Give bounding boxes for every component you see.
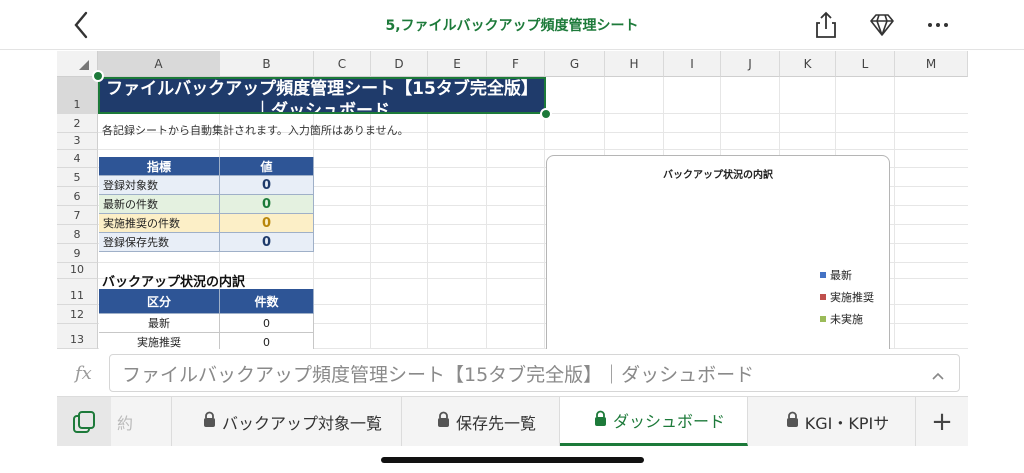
formula-bar: fx ファイルバックアップ頻度管理シート【15タブ完全版】｜ダッシュボード: [57, 351, 968, 395]
sheets-icon[interactable]: [57, 397, 111, 446]
more-icon[interactable]: [923, 10, 953, 40]
kpi-value[interactable]: 0: [220, 214, 314, 233]
sheet-tab-label: KGI・KPIサ: [804, 413, 890, 433]
kpi-header-label[interactable]: 指標: [99, 157, 220, 176]
lock-icon: [594, 410, 607, 431]
add-sheet-button[interactable]: +: [916, 397, 968, 446]
pie-chart[interactable]: バックアップ状況の内訳 最新実施推奨未実施: [546, 155, 890, 349]
row-header[interactable]: 8: [57, 225, 98, 244]
sheet-tab-bar: 約 バックアップ対象一覧 保存先一覧 ダッシュボード KGI・KPIサ +: [57, 396, 968, 446]
legend-label: 未実施: [830, 313, 863, 326]
legend-label: 最新: [830, 269, 852, 282]
row-header[interactable]: 12: [57, 305, 98, 324]
fx-icon: fx: [75, 363, 92, 384]
column-header[interactable]: B: [220, 51, 314, 77]
legend-label: 実施推奨: [830, 291, 874, 304]
chevron-up-icon[interactable]: [931, 366, 945, 388]
row-header[interactable]: 1: [57, 77, 98, 114]
kpi-label[interactable]: 登録保存先数: [99, 233, 220, 252]
column-gridline: [370, 77, 371, 349]
kpi-value[interactable]: 0: [220, 195, 314, 214]
row-header[interactable]: 2: [57, 114, 98, 133]
top-bar: 5,ファイルバックアップ頻度管理シート: [0, 0, 1024, 50]
kpi-header-value[interactable]: 値: [220, 157, 314, 176]
breakdown-label[interactable]: 最新: [99, 314, 220, 333]
column-header[interactable]: M: [895, 51, 968, 77]
sheet-tab-label: バックアップ対象一覧: [221, 413, 382, 433]
column-header[interactable]: K: [780, 51, 836, 77]
breakdown-header-value[interactable]: 件数: [220, 289, 314, 314]
sheet-tab-label: 保存先一覧: [455, 413, 536, 433]
column-gridline: [427, 77, 428, 349]
breakdown-header-label[interactable]: 区分: [99, 289, 220, 314]
row-header[interactable]: 4: [57, 150, 98, 168]
legend-swatch: [820, 294, 826, 300]
row-header[interactable]: 13: [57, 324, 98, 349]
document-title: 5,ファイルバックアップ頻度管理シート: [385, 18, 639, 34]
row-header[interactable]: 3: [57, 133, 98, 150]
column-header[interactable]: D: [371, 51, 428, 77]
diamond-icon[interactable]: [867, 10, 897, 40]
kpi-label[interactable]: 最新の件数: [99, 195, 220, 214]
sheet-tab[interactable]: ダッシュボード: [560, 397, 748, 446]
home-indicator: [381, 457, 644, 463]
column-header[interactable]: L: [836, 51, 895, 77]
row-header[interactable]: 9: [57, 244, 98, 263]
lock-icon: [786, 411, 799, 432]
legend-item: 最新: [820, 264, 874, 286]
row-header[interactable]: 11: [57, 279, 98, 305]
breakdown-label[interactable]: 実施推奨: [99, 333, 220, 349]
share-icon[interactable]: [811, 10, 841, 40]
column-header[interactable]: A: [98, 51, 220, 77]
section-title: バックアップ状況の内訳: [102, 275, 246, 290]
column-header[interactable]: E: [428, 51, 487, 77]
selection-handle[interactable]: [540, 108, 552, 120]
sheet-tab-label: 約: [117, 413, 134, 433]
sheet-tab-label: ダッシュボード: [612, 412, 725, 431]
spreadsheet-grid[interactable]: ABCDEFGHIJKLM 1 2 3 4 5 6 7 8 9 10 11 12 13 ファイルバックア…: [57, 51, 968, 349]
back-chevron-icon[interactable]: [66, 8, 98, 42]
column-header[interactable]: I: [664, 51, 721, 77]
kpi-label[interactable]: 実施推奨の件数: [99, 214, 220, 233]
sheet-tab[interactable]: バックアップ対象一覧: [172, 397, 402, 446]
sheet-tab[interactable]: KGI・KPIサ: [748, 397, 916, 446]
legend-swatch: [820, 316, 826, 322]
kpi-value[interactable]: 0: [220, 233, 314, 252]
legend-swatch: [820, 272, 826, 278]
column-gridline: [894, 77, 895, 349]
sheet-tab[interactable]: 約: [111, 397, 172, 446]
chart-title: バックアップ状況の内訳: [663, 170, 773, 181]
note-text: 各記録シートから自動集計されます。入力箇所はありません。: [102, 124, 409, 137]
formula-value: ファイルバックアップ頻度管理シート【15タブ完全版】｜ダッシュボード: [122, 363, 755, 386]
row-header[interactable]: 6: [57, 187, 98, 206]
formula-input[interactable]: ファイルバックアップ頻度管理シート【15タブ完全版】｜ダッシュボード: [109, 354, 960, 392]
column-header[interactable]: J: [721, 51, 780, 77]
legend-item: 未実施: [820, 308, 874, 330]
row-header[interactable]: 7: [57, 206, 98, 225]
lock-icon: [203, 411, 216, 432]
chart-legend: 最新 実施推奨 未実施: [820, 264, 874, 330]
kpi-label[interactable]: 登録対象数: [99, 176, 220, 195]
row-gridline: [98, 149, 968, 150]
breakdown-value[interactable]: 0: [220, 333, 314, 349]
sheet-tab[interactable]: 保存先一覧: [402, 397, 560, 446]
column-header[interactable]: G: [545, 51, 605, 77]
lock-icon: [437, 411, 450, 432]
column-header[interactable]: C: [314, 51, 371, 77]
column-gridline: [486, 77, 487, 349]
column-header[interactable]: H: [605, 51, 664, 77]
kpi-value[interactable]: 0: [220, 176, 314, 195]
breakdown-value[interactable]: 0: [220, 314, 314, 333]
selection-handle[interactable]: [92, 70, 104, 82]
column-header[interactable]: F: [487, 51, 545, 77]
cell-selection: [98, 77, 546, 114]
row-header[interactable]: 10: [57, 263, 98, 279]
row-header[interactable]: 5: [57, 168, 98, 187]
legend-item: 実施推奨: [820, 286, 874, 308]
